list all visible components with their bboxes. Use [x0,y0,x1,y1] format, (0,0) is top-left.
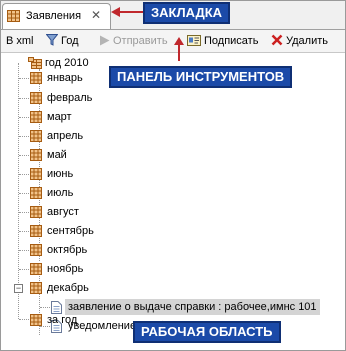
tree-node-label: год 2010 [45,57,89,69]
month-label: декабрь [47,282,89,294]
tree-connector [19,136,29,137]
month-grid-icon [30,314,42,331]
tree-connector [19,193,29,194]
month-grid-icon [30,130,42,147]
tree-connector [19,174,29,175]
send-arrow-icon [99,35,110,50]
tree-guide-root [18,63,19,319]
tab-callout: ЗАКЛАДКА [143,2,231,24]
tab-applications[interactable]: Заявления ✕ [2,3,111,29]
tree-connector [19,269,29,270]
month-label: июль [47,187,74,199]
workspace-callout: РАБОЧАЯ ОБЛАСТЬ [133,321,281,343]
month-label: октябрь [47,244,88,256]
month-grid-icon [30,282,42,299]
month-grid-icon [30,206,42,223]
sign-button[interactable]: Подписать [187,34,258,48]
tree-connector [19,231,29,232]
tree-connector [40,307,50,308]
sign-label: Подписать [204,35,259,47]
month-grid-icon [30,225,42,242]
to-xml-button[interactable]: В xml [6,34,34,48]
year-filter-button[interactable]: Год [45,34,79,50]
document-tree: год 2010 январь февраль март апрель май … [1,53,345,350]
month-label: апрель [47,130,84,142]
tree-connector [19,155,29,156]
month-label: март [47,111,72,123]
tree-connector [19,117,29,118]
delete-x-icon [271,34,283,50]
month-grid-icon [30,168,42,185]
month-label: июнь [47,168,74,180]
month-label: май [47,149,67,161]
send-button[interactable]: Отправить [99,34,168,48]
month-grid-icon [30,72,42,89]
month-label: сентябрь [47,225,94,237]
tree-connector [19,98,29,99]
sign-card-icon [187,35,201,50]
summary-label: за год [47,314,78,326]
month-label: ноябрь [47,263,84,275]
month-grid-icon [30,187,42,204]
month-label: август [47,206,79,218]
filter-icon [45,34,59,50]
tab-close-icon[interactable]: ✕ [91,9,101,21]
tab-callout-arrow [111,7,143,17]
editor-frame: Заявления ✕ ЗАКЛАДКА В xml Год Отправить… [0,0,346,351]
tree-connector [19,250,29,251]
month-grid-icon [30,263,42,280]
year-filter-label: Год [61,35,79,47]
tree-connector [19,319,29,320]
month-label: февраль [47,92,93,104]
delete-button[interactable]: Удалить [271,34,328,48]
month-label: январь [47,72,83,84]
month-grid-icon [30,149,42,166]
collapse-toggle[interactable]: − [14,284,23,293]
month-grid-icon [30,111,42,128]
delete-label: Удалить [286,35,328,47]
month-grid-icon [30,92,42,109]
document-label: заявление о выдаче справки : рабочее,имн… [65,299,320,315]
send-label: Отправить [113,35,168,47]
tree-connector [19,212,29,213]
tab-grid-icon [7,10,21,26]
tab-label: Заявления [26,10,82,22]
tree-connector [19,78,29,79]
month-grid-icon [30,244,42,261]
